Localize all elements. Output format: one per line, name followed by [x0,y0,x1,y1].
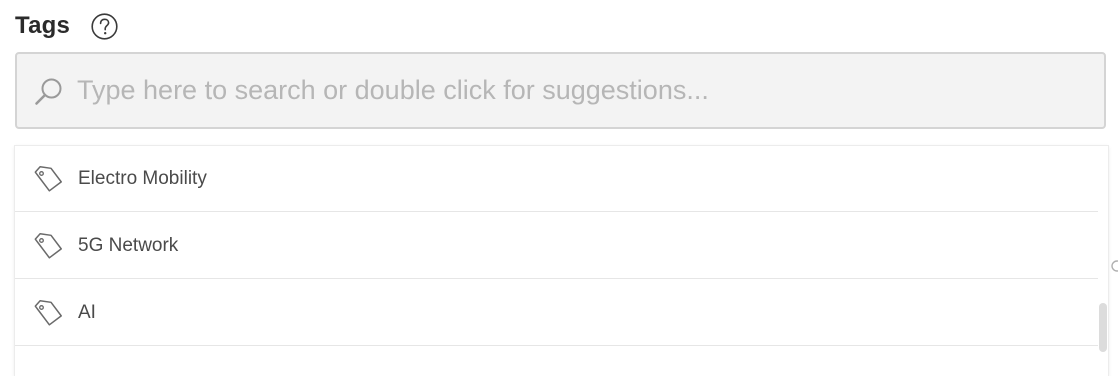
tags-title: Tags [15,12,71,39]
tag-suggestions-list: Electro Mobility 5G Network AI [15,146,1108,376]
suggestion-item-label: 5G Network [78,234,179,256]
suggestion-item-ai[interactable]: AI [15,280,1098,346]
suggestion-item-5g-network[interactable]: 5G Network [15,213,1098,279]
search-icon [33,75,65,107]
tag-icon [32,165,64,193]
tag-icon [32,299,64,327]
resize-handle-icon[interactable] [1110,259,1118,273]
tag-search-box[interactable] [15,52,1106,129]
suggestion-item-label: AI [78,301,96,323]
suggestion-item-electro-mobility[interactable]: Electro Mobility [15,146,1098,212]
tags-header: Tags [15,9,118,43]
suggestion-item-label: Electro Mobility [78,167,207,189]
tag-search-input[interactable] [77,70,1088,111]
tag-icon [32,232,64,260]
question-circle-icon[interactable] [91,12,118,40]
suggestions-scrollbar-thumb[interactable] [1099,303,1107,352]
tags-panel: Tags Electro Mobility [0,0,1118,376]
